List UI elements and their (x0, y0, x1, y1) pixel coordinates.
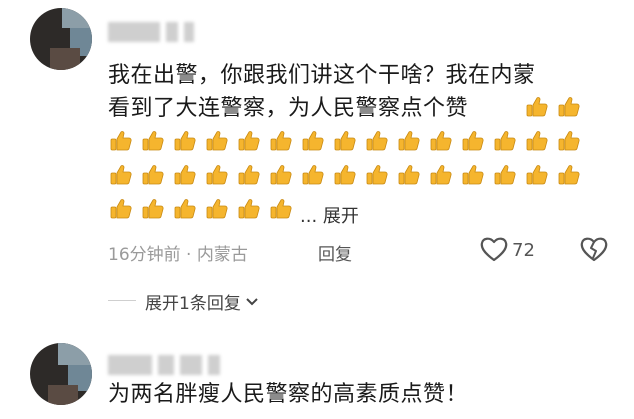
avatar[interactable] (30, 8, 92, 70)
thumbs-up-icon (396, 128, 422, 154)
thumbs-up-icon (332, 162, 358, 188)
thumbs-up-icon (556, 162, 582, 188)
thumbs-up-icon (236, 162, 262, 188)
thumbs-row (108, 196, 294, 222)
thumbs-up-icon (268, 196, 294, 222)
thumbs-up-icon (524, 94, 550, 120)
thumbs-up-icon (172, 128, 198, 154)
username-blurred[interactable] (108, 22, 194, 42)
reply-button[interactable]: 回复 (318, 240, 352, 265)
thumbs-up-icon (204, 196, 230, 222)
thumbs-up-icon (236, 196, 262, 222)
thumbs-up-icon (172, 162, 198, 188)
thumbs-up-icon (268, 162, 294, 188)
thumbs-up-icon (204, 128, 230, 154)
heart-icon[interactable] (480, 236, 508, 266)
thumbs-up-icon (300, 162, 326, 188)
thumbs-up-icon (524, 128, 550, 154)
avatar[interactable] (30, 343, 92, 405)
username-blurred[interactable] (108, 355, 220, 375)
comment-text-line-1: 我在出警，你跟我们讲这个干啥？我在内蒙 (108, 63, 536, 88)
expand-replies-label: 展开1条回复 (145, 294, 241, 314)
thumbs-up-icon (108, 128, 134, 154)
expand-comment-link[interactable]: ... 展开 (300, 202, 359, 228)
like-count: 72 (512, 240, 535, 261)
thumbs-up-icon (332, 128, 358, 154)
comment-meta: 16分钟前 · 内蒙古 (108, 240, 248, 265)
chevron-down-icon (245, 292, 259, 312)
comment2-text: 为两名胖瘦人民警察的高素质点赞！ (108, 382, 469, 407)
broken-heart-icon[interactable] (580, 236, 608, 266)
meta-separator-dot: · (186, 245, 197, 265)
thumbs-up-icon (428, 128, 454, 154)
thumbs-up-icon (364, 128, 390, 154)
comment-text-line-2: 看到了大连警察，为人民警察点个赞 (108, 96, 469, 121)
thumbs-up-icon (428, 162, 454, 188)
thumbs-up-icon (108, 162, 134, 188)
thumbs-up-icon (140, 196, 166, 222)
thumbs-row (108, 162, 582, 188)
thumbs-up-icon (556, 128, 582, 154)
thumbs-up-icon (364, 162, 390, 188)
thumbs-up-icon (300, 128, 326, 154)
thumbs-up-icon (492, 128, 518, 154)
thumbs-up-icon (460, 162, 486, 188)
expand-replies-button[interactable]: 展开1条回复 (145, 289, 259, 314)
comment-location: 内蒙古 (196, 245, 248, 265)
comment-time: 16分钟前 (108, 245, 181, 265)
thumbs-up-icon (236, 128, 262, 154)
thumbs-up-icon (204, 162, 230, 188)
thumbs-up-icon (396, 162, 422, 188)
thumbs-up-icon (524, 162, 550, 188)
thumbs-up-icon (108, 196, 134, 222)
thumbs-row (108, 128, 582, 154)
thumbs-row (524, 94, 582, 120)
thumbs-up-icon (492, 162, 518, 188)
thumbs-up-icon (140, 128, 166, 154)
thumbs-up-icon (172, 196, 198, 222)
thumbs-up-icon (556, 94, 582, 120)
replies-divider (108, 300, 136, 301)
thumbs-up-icon (268, 128, 294, 154)
thumbs-up-icon (460, 128, 486, 154)
thumbs-up-icon (140, 162, 166, 188)
